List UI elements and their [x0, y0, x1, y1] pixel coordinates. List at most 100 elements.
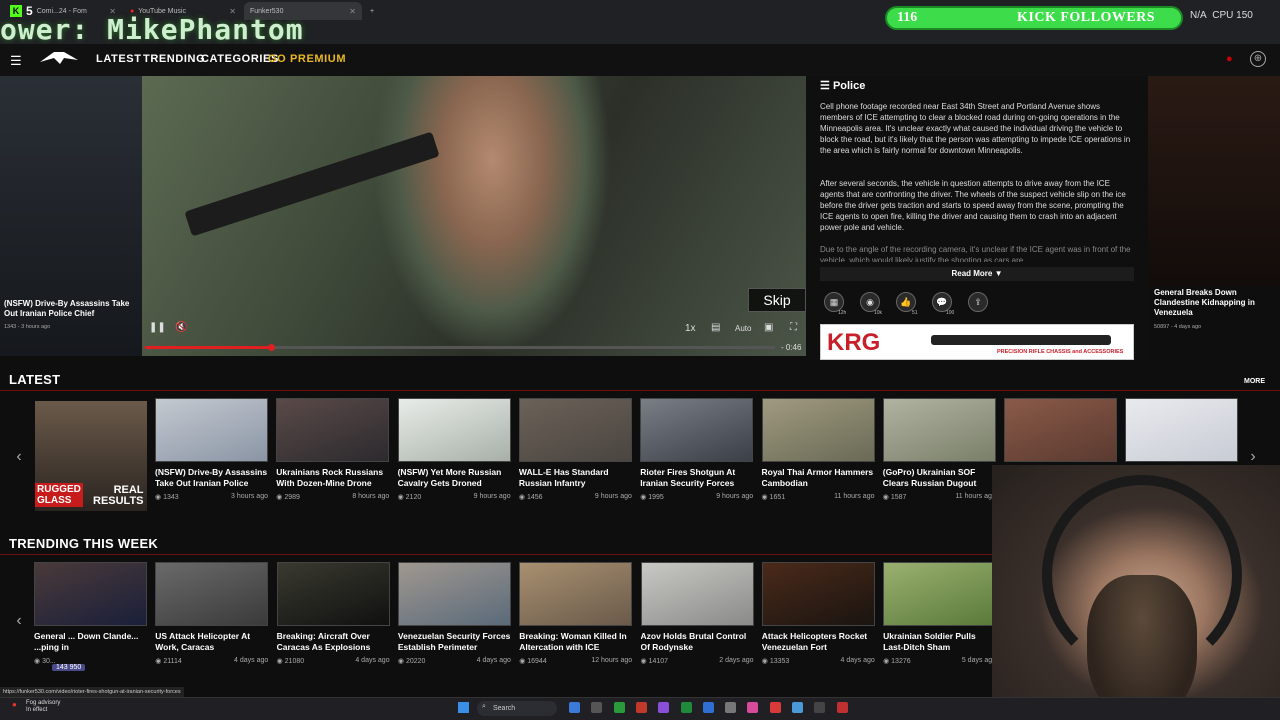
video-thumbnail[interactable] [761, 562, 875, 626]
close-icon[interactable]: ✕ [349, 7, 356, 16]
skip-button[interactable]: Skip [748, 288, 806, 312]
video-thumbnail[interactable] [155, 562, 269, 626]
video-thumbnail[interactable] [518, 398, 632, 462]
video-title[interactable]: Venezuelan Security Forces Establish Per… [398, 631, 511, 653]
video-thumbnail[interactable] [276, 398, 390, 462]
video-card[interactable]: Ukrainian Soldier Pulls Last-Ditch Sham ◉… [883, 562, 997, 665]
video-title[interactable]: Royal Thai Armor Hammers Cambodian [762, 467, 875, 489]
video-thumbnail[interactable] [1004, 398, 1118, 462]
fullscreen-icon[interactable]: ⛶ [790, 322, 797, 333]
krg-ad-banner[interactable]: KRG PRECISION RIFLE CHASSIS and ACCESSOR… [820, 324, 1134, 360]
video-thumbnail[interactable] [397, 562, 511, 626]
picture-in-picture-icon[interactable]: ▣ [764, 322, 773, 333]
carousel-next-icon[interactable]: › [1245, 449, 1261, 465]
video-thumbnail[interactable] [1125, 398, 1239, 462]
video-card[interactable]: Venezuelan Security Forces Establish Per… [397, 562, 511, 665]
more-link[interactable]: MORE [1244, 378, 1265, 385]
video-title[interactable]: Attack Helicopters Rocket Venezuelan For… [762, 631, 875, 653]
media-icon[interactable] [747, 702, 759, 713]
video-card[interactable]: Attack Helicopters Rocket Venezuelan For… [761, 562, 875, 665]
weather-widget[interactable]: Fog advisory In effect [6, 700, 60, 714]
video-card[interactable]: General ... Down Clande... ...ping in ◉ 3… [34, 562, 147, 665]
photos-icon[interactable] [635, 702, 647, 713]
video-title[interactable]: Rioter Fires Shotgun At Iranian Security… [640, 467, 753, 489]
video-thumbnail[interactable] [155, 398, 268, 462]
next-video-title[interactable]: General Breaks Down Clandestine Kidnappi… [1154, 288, 1276, 318]
new-tab-button[interactable]: + [364, 2, 378, 20]
video-title[interactable]: US Attack Helicopter At Work, Caracas [155, 631, 268, 653]
ad-card-rugged-glass[interactable]: RUGGED GLASS REAL RESULTS [35, 401, 148, 511]
video-card[interactable]: (NSFW) Yet More Russian Cavalry Gets Dro… [397, 398, 511, 501]
comment-icon[interactable]: 💬 [932, 292, 952, 312]
video-progress-bar[interactable] [145, 344, 775, 351]
video-card[interactable]: Ukrainians Rock Russians With Dozen-Mine… [276, 398, 390, 501]
editor-icon[interactable] [725, 702, 737, 713]
video-title[interactable]: Breaking: Aircraft Over Caracas As Explo… [277, 631, 390, 653]
read-more-button[interactable]: Read More ▼ [820, 267, 1134, 281]
video-card[interactable]: Azov Holds Brutal Control Of Rodynske ◉ 1… [640, 562, 754, 665]
video-title[interactable]: (GoPro) Ukrainian SOF Clears Russian Dug… [883, 467, 996, 489]
mute-icon[interactable]: 🔇 [175, 322, 187, 333]
video-title[interactable]: (NSFW) Drive-By Assassins Take Out Irani… [155, 467, 268, 489]
carousel-prev-icon[interactable]: ‹ [11, 613, 27, 629]
windows-start-icon[interactable] [458, 702, 469, 713]
app-icon[interactable] [836, 702, 848, 713]
video-player[interactable] [142, 76, 806, 356]
video-meta: ◉ 1651 11 hours ago [762, 493, 875, 501]
video-title[interactable]: WALL-E Has Standard Russian Infantry [519, 467, 632, 489]
progress-knob[interactable] [268, 344, 275, 351]
app-icon[interactable] [658, 702, 670, 713]
pause-icon[interactable]: ❚❚ [149, 322, 166, 333]
steam-icon[interactable] [702, 702, 714, 713]
nav-trending[interactable]: TRENDING [143, 53, 205, 65]
browser-icon[interactable] [792, 702, 803, 713]
video-card[interactable]: (GoPro) Ukrainian SOF Clears Russian Dug… [882, 398, 996, 501]
carousel-prev-icon[interactable]: ‹ [11, 449, 27, 465]
captions-icon[interactable]: ▤ [711, 322, 720, 333]
video-card[interactable]: WALL-E Has Standard Russian Infantry ◉ 14… [518, 398, 632, 501]
video-meta: ◉ 2120 9 hours ago [398, 493, 511, 501]
playback-speed[interactable]: 1x [685, 323, 696, 334]
file-explorer-icon[interactable] [569, 702, 580, 713]
share-icon[interactable]: ⇪ [968, 292, 988, 312]
video-title[interactable]: Breaking: Woman Killed In Altercation wi… [519, 631, 632, 653]
terminal-icon[interactable] [613, 702, 625, 713]
video-card[interactable]: Royal Thai Armor Hammers Cambodian ◉ 1651… [761, 398, 875, 501]
video-thumbnail[interactable] [34, 562, 147, 626]
funker-logo[interactable] [40, 50, 78, 66]
taskbar-search[interactable]: Search [477, 701, 557, 716]
video-card[interactable]: Breaking: Woman Killed In Altercation wi… [519, 562, 633, 665]
video-thumbnail[interactable] [883, 562, 997, 626]
video-thumbnail[interactable] [397, 398, 511, 462]
hamburger-menu-icon[interactable]: ☰ [10, 53, 22, 69]
video-title[interactable]: Ukrainians Rock Russians With Dozen-Mine… [276, 467, 389, 489]
video-thumbnail[interactable] [761, 398, 875, 462]
video-card[interactable]: (NSFW) Drive-By Assassins Take Out Irani… [155, 398, 268, 501]
thumbs-up-icon[interactable]: 👍 [896, 292, 916, 312]
eye-icon: ◉ [276, 658, 285, 665]
nav-go-premium[interactable]: GO PREMIUM [268, 53, 346, 65]
view-count: ◉ 1995 [640, 493, 664, 501]
prev-video-title[interactable]: (NSFW) Drive-By Assassins Take Out Irani… [4, 299, 136, 319]
video-card[interactable]: Breaking: Aircraft Over Caracas As Explo… [276, 562, 390, 665]
category-heading[interactable]: ☰ Police [820, 79, 865, 92]
video-thumbnail[interactable] [276, 562, 390, 626]
video-thumbnail[interactable] [640, 562, 754, 626]
obs-icon[interactable] [814, 702, 826, 713]
xbox-icon[interactable] [680, 702, 692, 713]
video-title[interactable]: Ukrainian Soldier Pulls Last-Ditch Sham [883, 631, 996, 653]
next-video-card[interactable] [1148, 76, 1280, 286]
user-account-icon[interactable]: ⊕ [1250, 51, 1266, 67]
notes-icon[interactable] [591, 702, 603, 713]
game-icon[interactable] [769, 702, 781, 713]
video-card[interactable]: US Attack Helicopter At Work, Caracas ◉ 2… [155, 562, 269, 665]
nav-latest[interactable]: LATEST [96, 53, 142, 65]
video-title[interactable]: (NSFW) Yet More Russian Cavalry Gets Dro… [398, 467, 511, 489]
video-card[interactable]: Rioter Fires Shotgun At Iranian Security… [640, 398, 754, 501]
quality-selector[interactable]: Auto [735, 324, 751, 333]
video-thumbnail[interactable] [519, 562, 633, 626]
video-title[interactable]: General ... Down Clande... ...ping in [34, 631, 147, 653]
video-title[interactable]: Azov Holds Brutal Control Of Rodynske [641, 631, 754, 653]
video-thumbnail[interactable] [640, 398, 754, 462]
video-thumbnail[interactable] [882, 398, 996, 462]
